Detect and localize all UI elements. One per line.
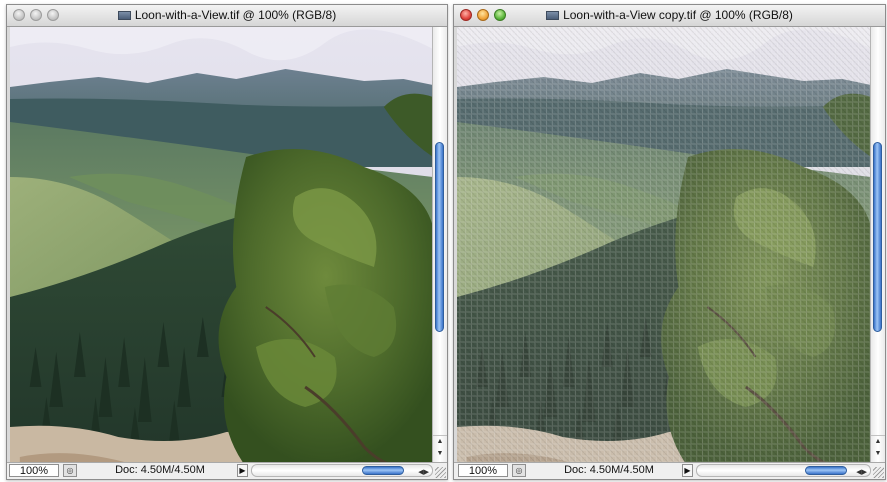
vertical-scroll-arrows[interactable]: ▲ ▼ [871,435,885,462]
arrow-right-icon[interactable]: ▶ [862,469,867,476]
window-title-text: Loon-with-a-View.tif @ 100% (RGB/8) [134,8,337,22]
vertical-scroll-thumb[interactable] [873,142,882,332]
horizontal-scroll-arrows[interactable]: ◀▶ [418,466,429,479]
vertical-scroll-thumb[interactable] [435,142,444,332]
doc-size-info: Doc: 4.50M/4.50M [115,464,205,476]
play-triangle-icon[interactable]: ▶ [237,464,248,477]
window-titlebar[interactable]: Loon-with-a-View copy.tif @ 100% (RGB/8) [454,5,885,27]
arrow-up-icon[interactable]: ▲ [433,436,447,448]
resize-grip[interactable] [435,467,446,478]
resize-grip[interactable] [873,467,884,478]
horizontal-scroll-thumb[interactable] [805,466,847,475]
vertical-scrollbar[interactable]: ▲ ▼ [870,27,885,462]
arrow-right-icon[interactable]: ▶ [424,469,429,476]
document-icon [546,11,560,20]
vertical-scroll-arrows[interactable]: ▲ ▼ [433,435,447,462]
window-title: Loon-with-a-View copy.tif @ 100% (RGB/8) [454,8,885,22]
textured-landscape-image [457,27,871,462]
document-window-copy[interactable]: Loon-with-a-View copy.tif @ 100% (RGB/8)… [453,4,886,480]
arrow-up-icon[interactable]: ▲ [871,436,885,448]
horizontal-scrollbar[interactable]: ◀▶ [251,464,433,477]
status-bar: 100% ◎ Doc: 4.50M/4.50M ▶ ◀▶ [7,462,447,479]
zoom-level-field[interactable]: 100% [9,464,59,477]
status-info-button[interactable]: ◎ [512,464,526,477]
arrow-down-icon[interactable]: ▼ [433,448,447,460]
status-info-button[interactable]: ◎ [63,464,77,477]
zoom-level-field[interactable]: 100% [458,464,508,477]
window-title: Loon-with-a-View.tif @ 100% (RGB/8) [7,8,447,22]
doc-size-info: Doc: 4.50M/4.50M [564,464,654,476]
horizontal-scroll-arrows[interactable]: ◀▶ [856,466,867,479]
landscape-image [10,27,433,462]
vertical-scrollbar[interactable]: ▲ ▼ [432,27,447,462]
window-titlebar[interactable]: Loon-with-a-View.tif @ 100% (RGB/8) [7,5,447,27]
status-bar: 100% ◎ Doc: 4.50M/4.50M ▶ ◀▶ [454,462,885,479]
document-window-original[interactable]: Loon-with-a-View.tif @ 100% (RGB/8) ▲ ▼ … [6,4,448,480]
horizontal-scrollbar[interactable]: ◀▶ [696,464,871,477]
window-title-text: Loon-with-a-View copy.tif @ 100% (RGB/8) [563,8,793,22]
arrow-down-icon[interactable]: ▼ [871,448,885,460]
document-icon [117,11,131,20]
image-canvas[interactable] [10,27,433,462]
image-canvas[interactable] [457,27,871,462]
horizontal-scroll-thumb[interactable] [362,466,404,475]
play-triangle-icon[interactable]: ▶ [682,464,693,477]
